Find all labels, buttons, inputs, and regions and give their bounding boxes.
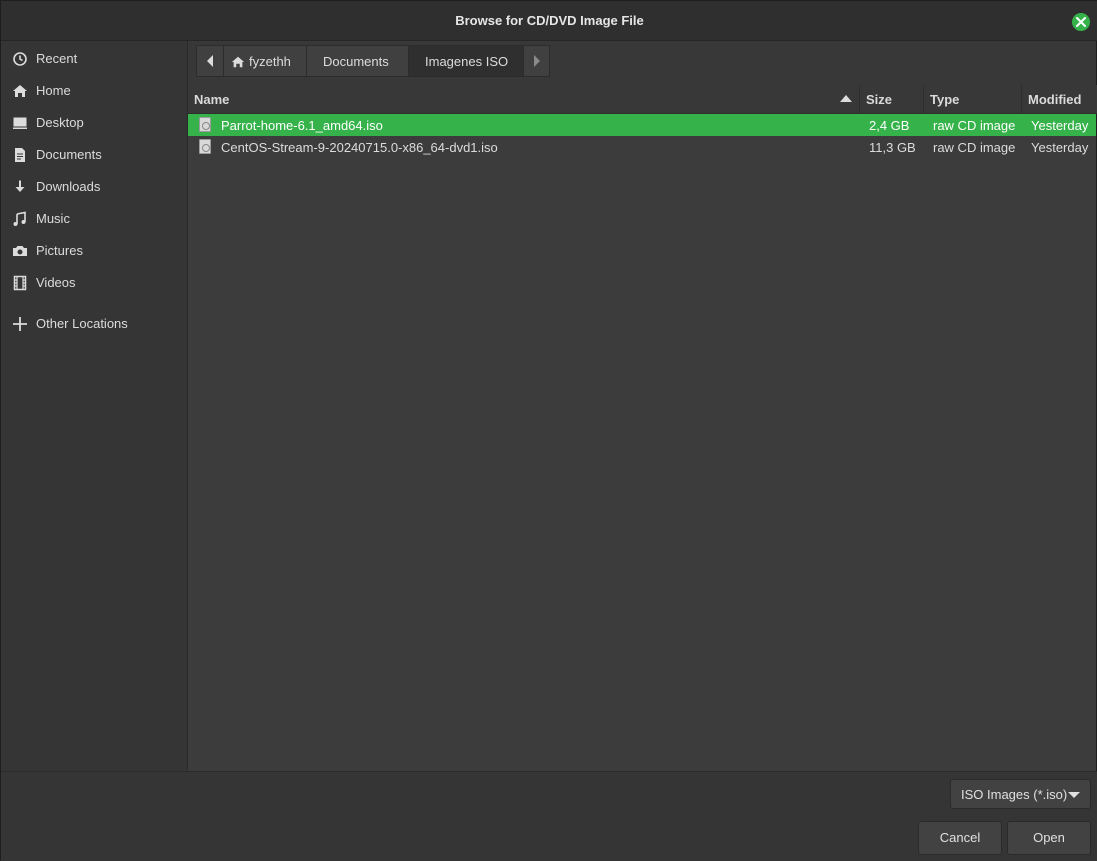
column-header-label: Name	[194, 92, 230, 107]
path-scroll-left-button[interactable]	[196, 45, 224, 77]
column-header-size[interactable]: Size	[860, 85, 924, 114]
filter-value: ISO Images (*.iso)	[961, 787, 1068, 802]
file-row[interactable]: CentOS-Stream-9-20240715.0-x86_64-dvd1.i…	[188, 136, 1096, 158]
path-segment-documents[interactable]: Documents	[306, 45, 409, 77]
column-header-label: Size	[866, 92, 893, 107]
file-size: 11,3 GB	[869, 140, 916, 155]
file-row[interactable]: Parrot-home-6.1_amd64.iso 2,4 GB raw CD …	[188, 114, 1096, 136]
sidebar-item-label: Pictures	[36, 243, 83, 258]
column-header-label: Modified	[1028, 92, 1082, 107]
file-type-filter-dropdown[interactable]: ISO Images (*.iso)	[950, 779, 1091, 809]
column-header-type[interactable]: Type	[924, 85, 1022, 114]
plus-icon	[13, 317, 27, 331]
file-size: 2,4 GB	[869, 118, 910, 133]
film-icon	[13, 275, 27, 291]
disc-image-file-icon	[199, 117, 211, 132]
file-modified: Yesterday	[1031, 140, 1089, 155]
chevron-right-icon	[534, 55, 540, 67]
column-header-label: Type	[930, 92, 960, 107]
sidebar-item-music[interactable]: Music	[1, 202, 188, 234]
sidebar-item-label: Downloads	[36, 179, 101, 194]
title-bar: Browse for CD/DVD Image File	[1, 1, 1097, 41]
open-button[interactable]: Open	[1007, 821, 1091, 855]
sidebar-item-downloads[interactable]: Downloads	[1, 170, 188, 202]
close-icon	[1076, 17, 1086, 27]
file-chooser-dialog: Browse for CD/DVD Image File Recent Home…	[0, 0, 1097, 861]
file-name: Parrot-home-6.1_amd64.iso	[221, 118, 383, 133]
sidebar-item-pictures[interactable]: Pictures	[1, 234, 188, 266]
document-icon	[15, 148, 25, 162]
sidebar-item-recent[interactable]: Recent	[1, 42, 188, 74]
chevron-left-icon	[207, 55, 213, 67]
places-sidebar: Recent Home Desktop Documents Downloads …	[1, 41, 188, 771]
home-icon	[13, 85, 27, 97]
path-scroll-right-button[interactable]	[523, 45, 550, 77]
camera-icon	[13, 246, 27, 256]
path-segment-label: Imagenes ISO	[425, 54, 509, 69]
sidebar-item-label: Music	[36, 211, 70, 226]
download-icon	[15, 180, 25, 192]
column-header-name[interactable]: Name	[188, 85, 860, 114]
music-icon	[13, 211, 26, 226]
sidebar-item-label: Other Locations	[36, 316, 128, 331]
path-segment-label: fyzethh	[249, 54, 291, 69]
sidebar-item-label: Recent	[36, 51, 78, 66]
file-type: raw CD image	[933, 118, 1016, 133]
disc-image-file-icon	[199, 139, 211, 154]
dropdown-arrow-icon	[1068, 792, 1080, 798]
sidebar-item-desktop[interactable]: Desktop	[1, 106, 188, 138]
sidebar-item-label: Documents	[36, 147, 102, 162]
close-button[interactable]	[1072, 13, 1090, 31]
home-icon	[231, 56, 245, 68]
file-modified: Yesterday	[1031, 118, 1089, 133]
sidebar-item-videos[interactable]: Videos	[1, 266, 188, 298]
file-name: CentOS-Stream-9-20240715.0-x86_64-dvd1.i…	[221, 140, 498, 155]
path-segment-imagenes-iso[interactable]: Imagenes ISO	[408, 45, 524, 77]
file-list: Name Size Type Modified Parrot-home-6.1_…	[188, 85, 1097, 771]
sidebar-item-home[interactable]: Home	[1, 74, 188, 106]
sidebar-item-documents[interactable]: Documents	[1, 138, 188, 170]
sidebar-item-label: Home	[36, 83, 71, 98]
sidebar-item-other-locations[interactable]: Other Locations	[1, 307, 188, 339]
desktop-icon	[13, 117, 27, 129]
column-header-modified[interactable]: Modified	[1022, 85, 1097, 114]
path-segment-label: Documents	[323, 54, 389, 69]
sidebar-item-label: Desktop	[36, 115, 84, 130]
file-type: raw CD image	[933, 140, 1016, 155]
path-bar: fyzethh Documents Imagenes ISO	[188, 41, 1096, 85]
sort-ascending-icon	[840, 95, 852, 102]
clock-icon	[13, 52, 27, 66]
sidebar-item-label: Videos	[36, 275, 76, 290]
action-bar: ISO Images (*.iso) Cancel Open	[1, 771, 1097, 861]
path-segment-home[interactable]: fyzethh	[223, 45, 307, 77]
dialog-title: Browse for CD/DVD Image File	[455, 13, 644, 28]
cancel-button[interactable]: Cancel	[918, 821, 1002, 855]
